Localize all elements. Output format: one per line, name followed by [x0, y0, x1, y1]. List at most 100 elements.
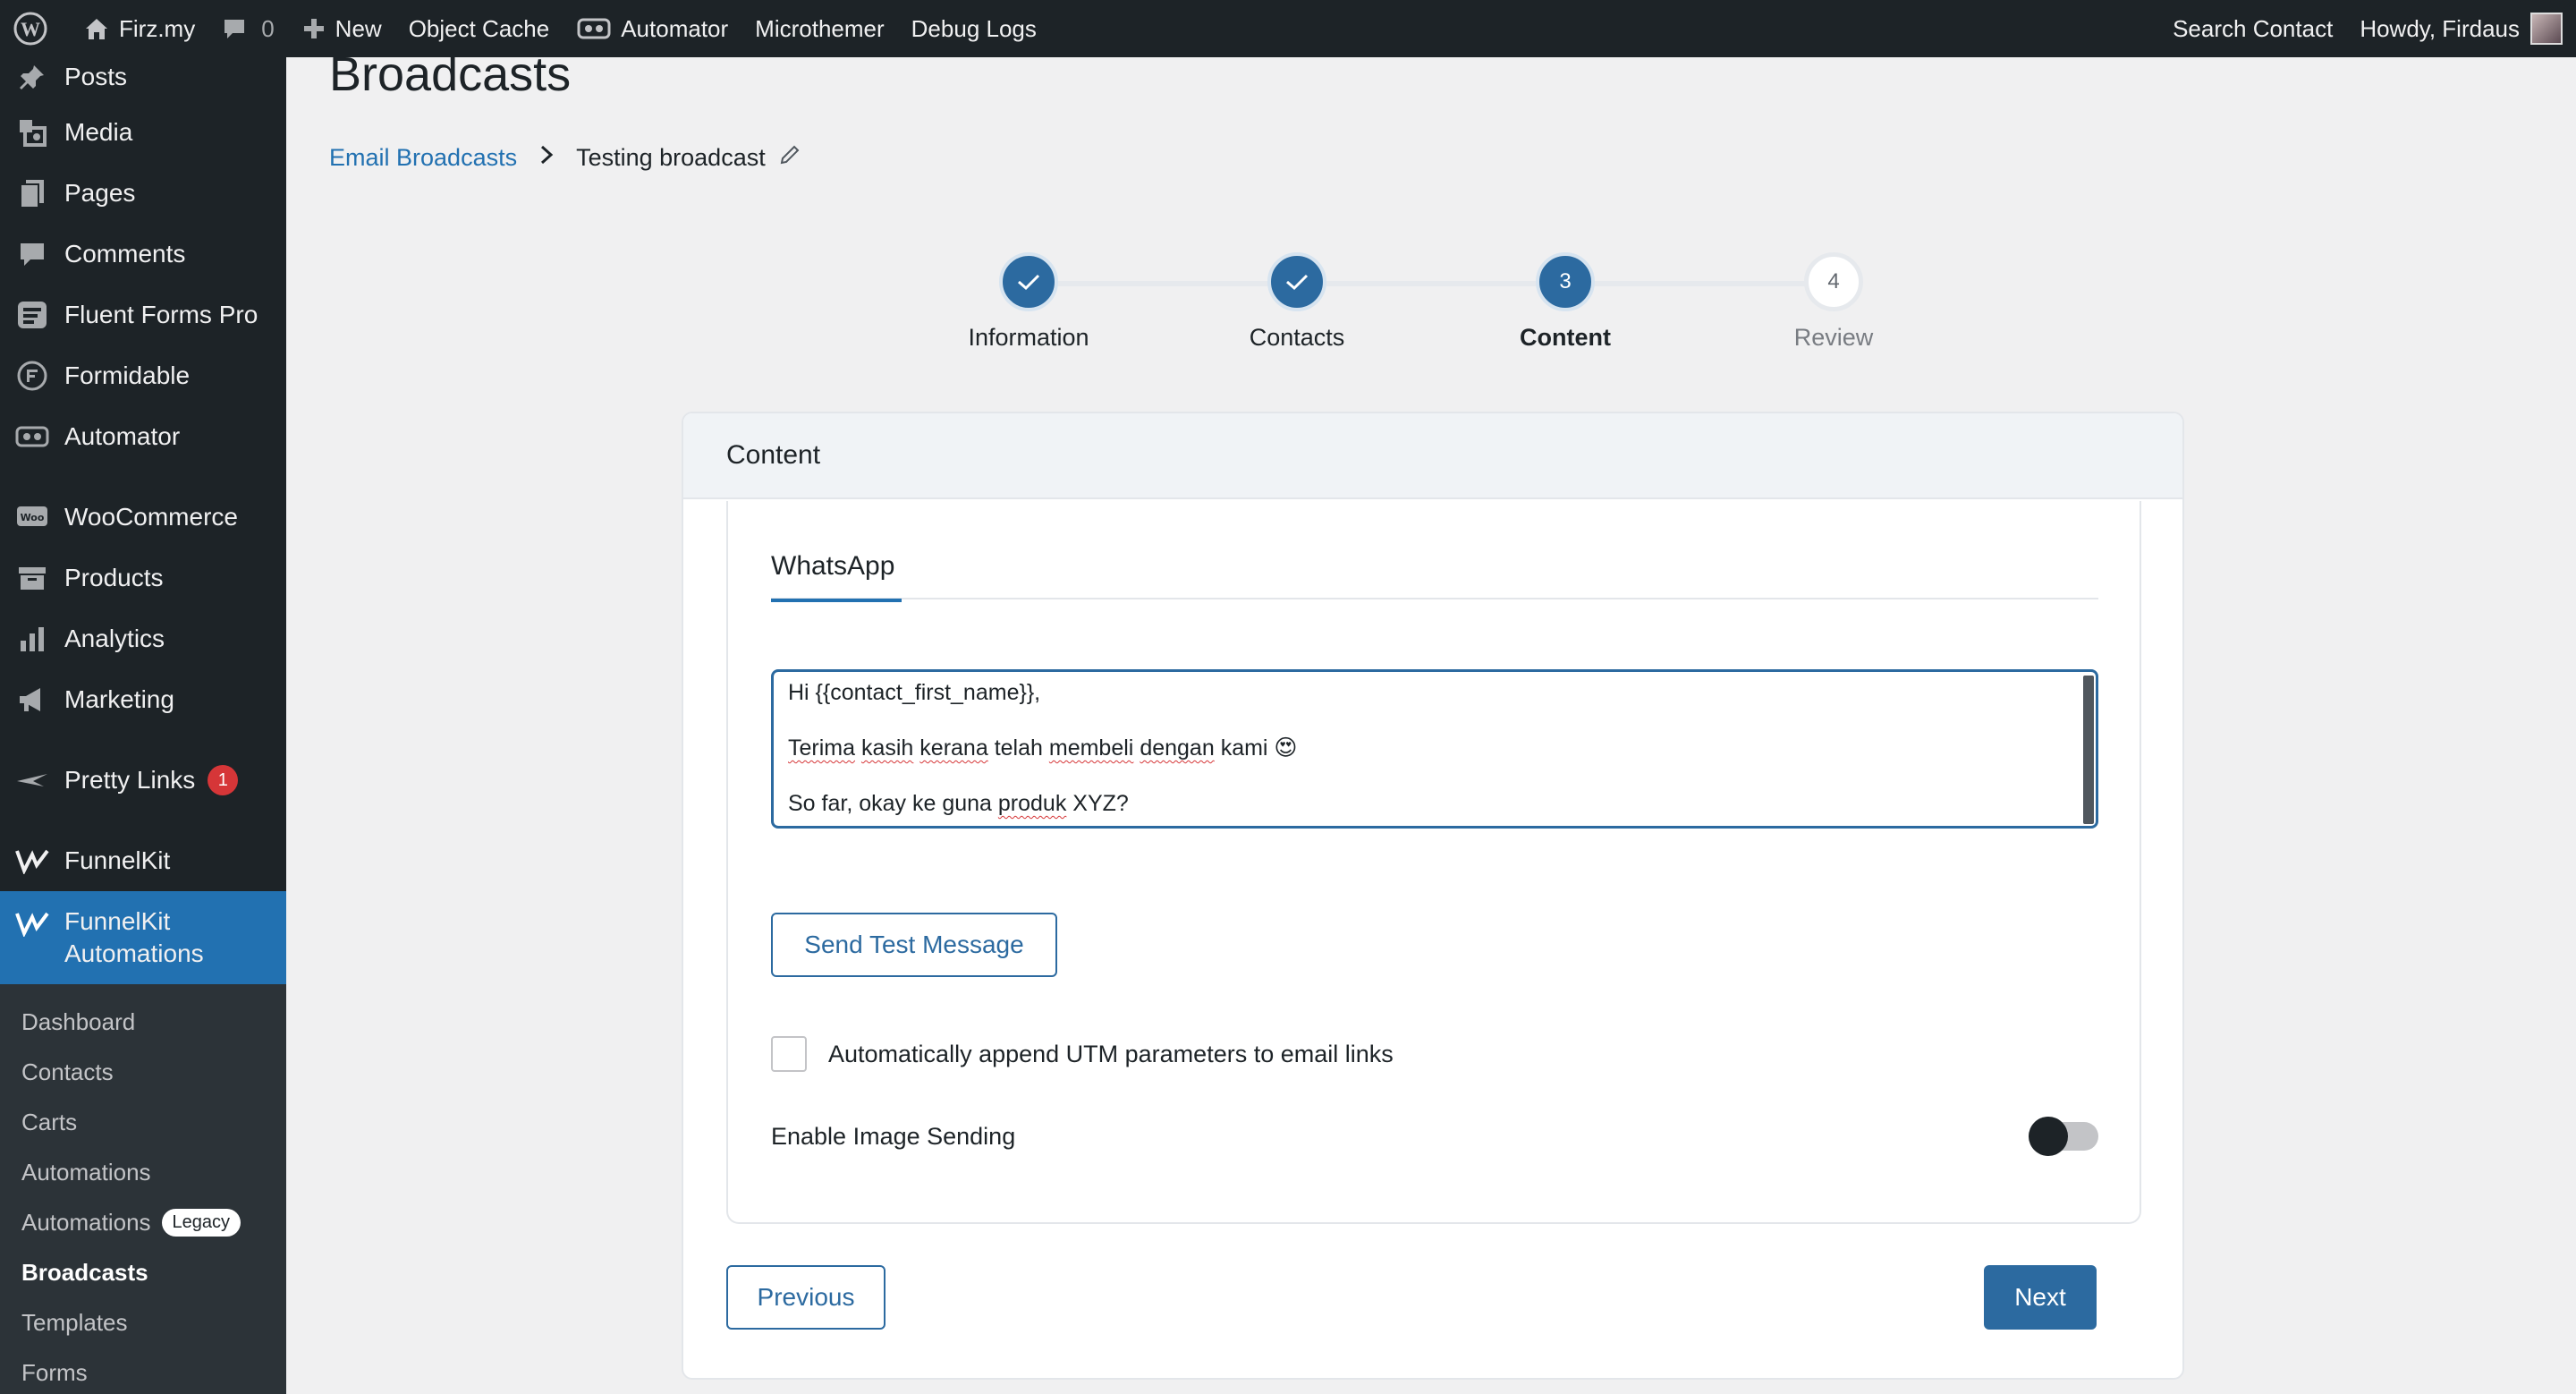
howdy-label: Howdy, Firdaus	[2360, 14, 2520, 42]
step-label: Information	[968, 324, 1089, 351]
pages-icon	[14, 175, 50, 211]
wordpress-logo-icon[interactable]: W	[0, 0, 70, 57]
sidebar-item-automator[interactable]: Automator	[0, 406, 286, 467]
sidebar-item-funnelkit[interactable]: FunnelKit	[0, 830, 286, 891]
sidebar-item-fluent-forms-pro[interactable]: Fluent Forms Pro	[0, 285, 286, 345]
message-word: kami 😍	[1220, 735, 1298, 761]
utm-option: Automatically append UTM parameters to e…	[771, 1036, 1394, 1072]
send-test-message-button[interactable]: Send Test Message	[771, 913, 1057, 977]
legacy-badge: Legacy	[161, 1208, 242, 1237]
message-word: dengan	[1140, 735, 1215, 761]
sidebar-item-funnelkit-automations[interactable]: FunnelKit Automations	[0, 891, 286, 984]
sidebar-item-pretty-links[interactable]: Pretty Links 1	[0, 750, 286, 811]
sidebar-item-label: Posts	[64, 63, 128, 90]
sidebar-item-woocommerce[interactable]: Woo WooCommerce	[0, 487, 286, 548]
svg-text:Woo: Woo	[21, 512, 45, 523]
step-information[interactable]: Information	[939, 252, 1118, 352]
debug-logs-link[interactable]: Debug Logs	[898, 0, 1050, 57]
step-label: Contacts	[1249, 324, 1345, 351]
content-card: Content WhatsApp Hi {{contact_first_name…	[682, 412, 2184, 1380]
image-sending-option: Enable Image Sending	[771, 1117, 2098, 1156]
sidebar-item-label: Analytics	[64, 625, 165, 652]
message-word: Terima	[788, 735, 856, 761]
main-content: Broadcasts Email Broadcasts Testing broa…	[286, 47, 2576, 1394]
submenu-item-contacts[interactable]: Contacts	[0, 1047, 286, 1097]
new-content-link[interactable]: New	[288, 0, 395, 57]
breadcrumb: Email Broadcasts Testing broadcast	[329, 143, 801, 173]
microthemer-label: Microthemer	[755, 14, 885, 42]
new-label: New	[335, 14, 382, 42]
breadcrumb-parent-link[interactable]: Email Broadcasts	[329, 144, 517, 172]
breadcrumb-current: Testing broadcast	[576, 144, 766, 171]
pencil-icon[interactable]	[778, 143, 801, 173]
message-word: XYZ?	[1072, 791, 1129, 816]
automator-link[interactable]: Automator	[563, 0, 741, 57]
microthemer-link[interactable]: Microthemer	[741, 0, 897, 57]
step-number: 3	[1536, 252, 1595, 311]
channel-tabs: WhatsApp	[771, 551, 2098, 602]
funnelkit-icon	[14, 905, 50, 941]
tab-whatsapp[interactable]: WhatsApp	[771, 551, 902, 602]
textarea-scrollbar[interactable]	[2083, 676, 2094, 824]
automator-label: Automator	[621, 14, 729, 42]
sidebar-item-pages[interactable]: Pages	[0, 163, 286, 224]
image-sending-label: Enable Image Sending	[771, 1122, 1016, 1150]
object-cache-link[interactable]: Object Cache	[395, 0, 564, 57]
comments-count: 0	[261, 14, 275, 42]
step-contacts[interactable]: Contacts	[1208, 252, 1386, 352]
image-sending-toggle[interactable]	[2029, 1117, 2098, 1156]
previous-button[interactable]: Previous	[726, 1265, 886, 1330]
search-contact-label: Search Contact	[2173, 14, 2334, 42]
sidebar-item-comments[interactable]: Comments	[0, 224, 286, 285]
message-textarea[interactable]: Hi {{contact_first_name}}, Terima kasih …	[771, 669, 2098, 829]
notification-badge: 1	[208, 765, 239, 795]
site-name-link[interactable]: Firz.my	[70, 0, 208, 57]
woo-icon: Woo	[14, 499, 50, 535]
sidebar-submenu: Dashboard Contacts Carts Automations Aut…	[0, 984, 286, 1394]
next-button[interactable]: Next	[1984, 1265, 2097, 1330]
sidebar-item-label: Media	[64, 118, 133, 146]
message-word: telah	[994, 735, 1043, 761]
pin-icon	[14, 59, 50, 95]
comment-icon	[225, 20, 245, 38]
sidebar-item-label: Pages	[64, 179, 136, 207]
plus-icon	[303, 19, 324, 38]
user-account-menu[interactable]: Howdy, Firdaus	[2346, 0, 2576, 57]
sidebar-item-analytics[interactable]: Analytics	[0, 608, 286, 669]
site-name: Firz.my	[119, 14, 196, 42]
submenu-item-broadcasts[interactable]: Broadcasts	[0, 1247, 286, 1297]
submenu-item-automations[interactable]: Automations	[0, 1147, 286, 1197]
admin-sidebar: Posts Media Pages Comments Fluent Forms …	[0, 57, 286, 1394]
submenu-item-forms[interactable]: Forms	[0, 1347, 286, 1394]
formidable-icon	[14, 358, 50, 394]
channel-panel: WhatsApp Hi {{contact_first_name}}, Teri…	[726, 501, 2141, 1224]
sidebar-item-label: Pretty Links	[64, 766, 196, 794]
svg-text:W: W	[21, 18, 40, 40]
object-cache-label: Object Cache	[408, 14, 550, 42]
step-review[interactable]: 4 Review	[1744, 252, 1923, 352]
sidebar-item-media[interactable]: Media	[0, 102, 286, 163]
message-word: So far, okay ke guna	[788, 791, 992, 816]
sidebar-item-label: Products	[64, 564, 164, 591]
message-word: produk	[997, 791, 1067, 816]
sidebar-item-posts[interactable]: Posts	[0, 57, 286, 102]
step-content[interactable]: 3 Content	[1476, 252, 1655, 352]
search-contact-link[interactable]: Search Contact	[2159, 0, 2346, 57]
automator-icon	[14, 419, 50, 455]
submenu-item-templates[interactable]: Templates	[0, 1297, 286, 1347]
sidebar-item-formidable[interactable]: Formidable	[0, 345, 286, 406]
submenu-item-dashboard[interactable]: Dashboard	[0, 997, 286, 1047]
submenu-item-label: Automations	[21, 1208, 151, 1236]
sidebar-item-products[interactable]: Products	[0, 548, 286, 608]
utm-checkbox[interactable]	[771, 1036, 807, 1072]
home-icon	[86, 19, 107, 39]
submenu-item-automations-legacy[interactable]: Automations Legacy	[0, 1197, 286, 1247]
funnelkit-icon	[14, 843, 50, 879]
check-icon	[1267, 252, 1326, 311]
comments-link[interactable]: 0	[208, 0, 287, 57]
sidebar-item-marketing[interactable]: Marketing	[0, 669, 286, 730]
message-word: membeli	[1048, 735, 1134, 761]
toggle-knob	[2029, 1117, 2068, 1156]
submenu-item-carts[interactable]: Carts	[0, 1097, 286, 1147]
card-header: Content	[683, 413, 2182, 499]
